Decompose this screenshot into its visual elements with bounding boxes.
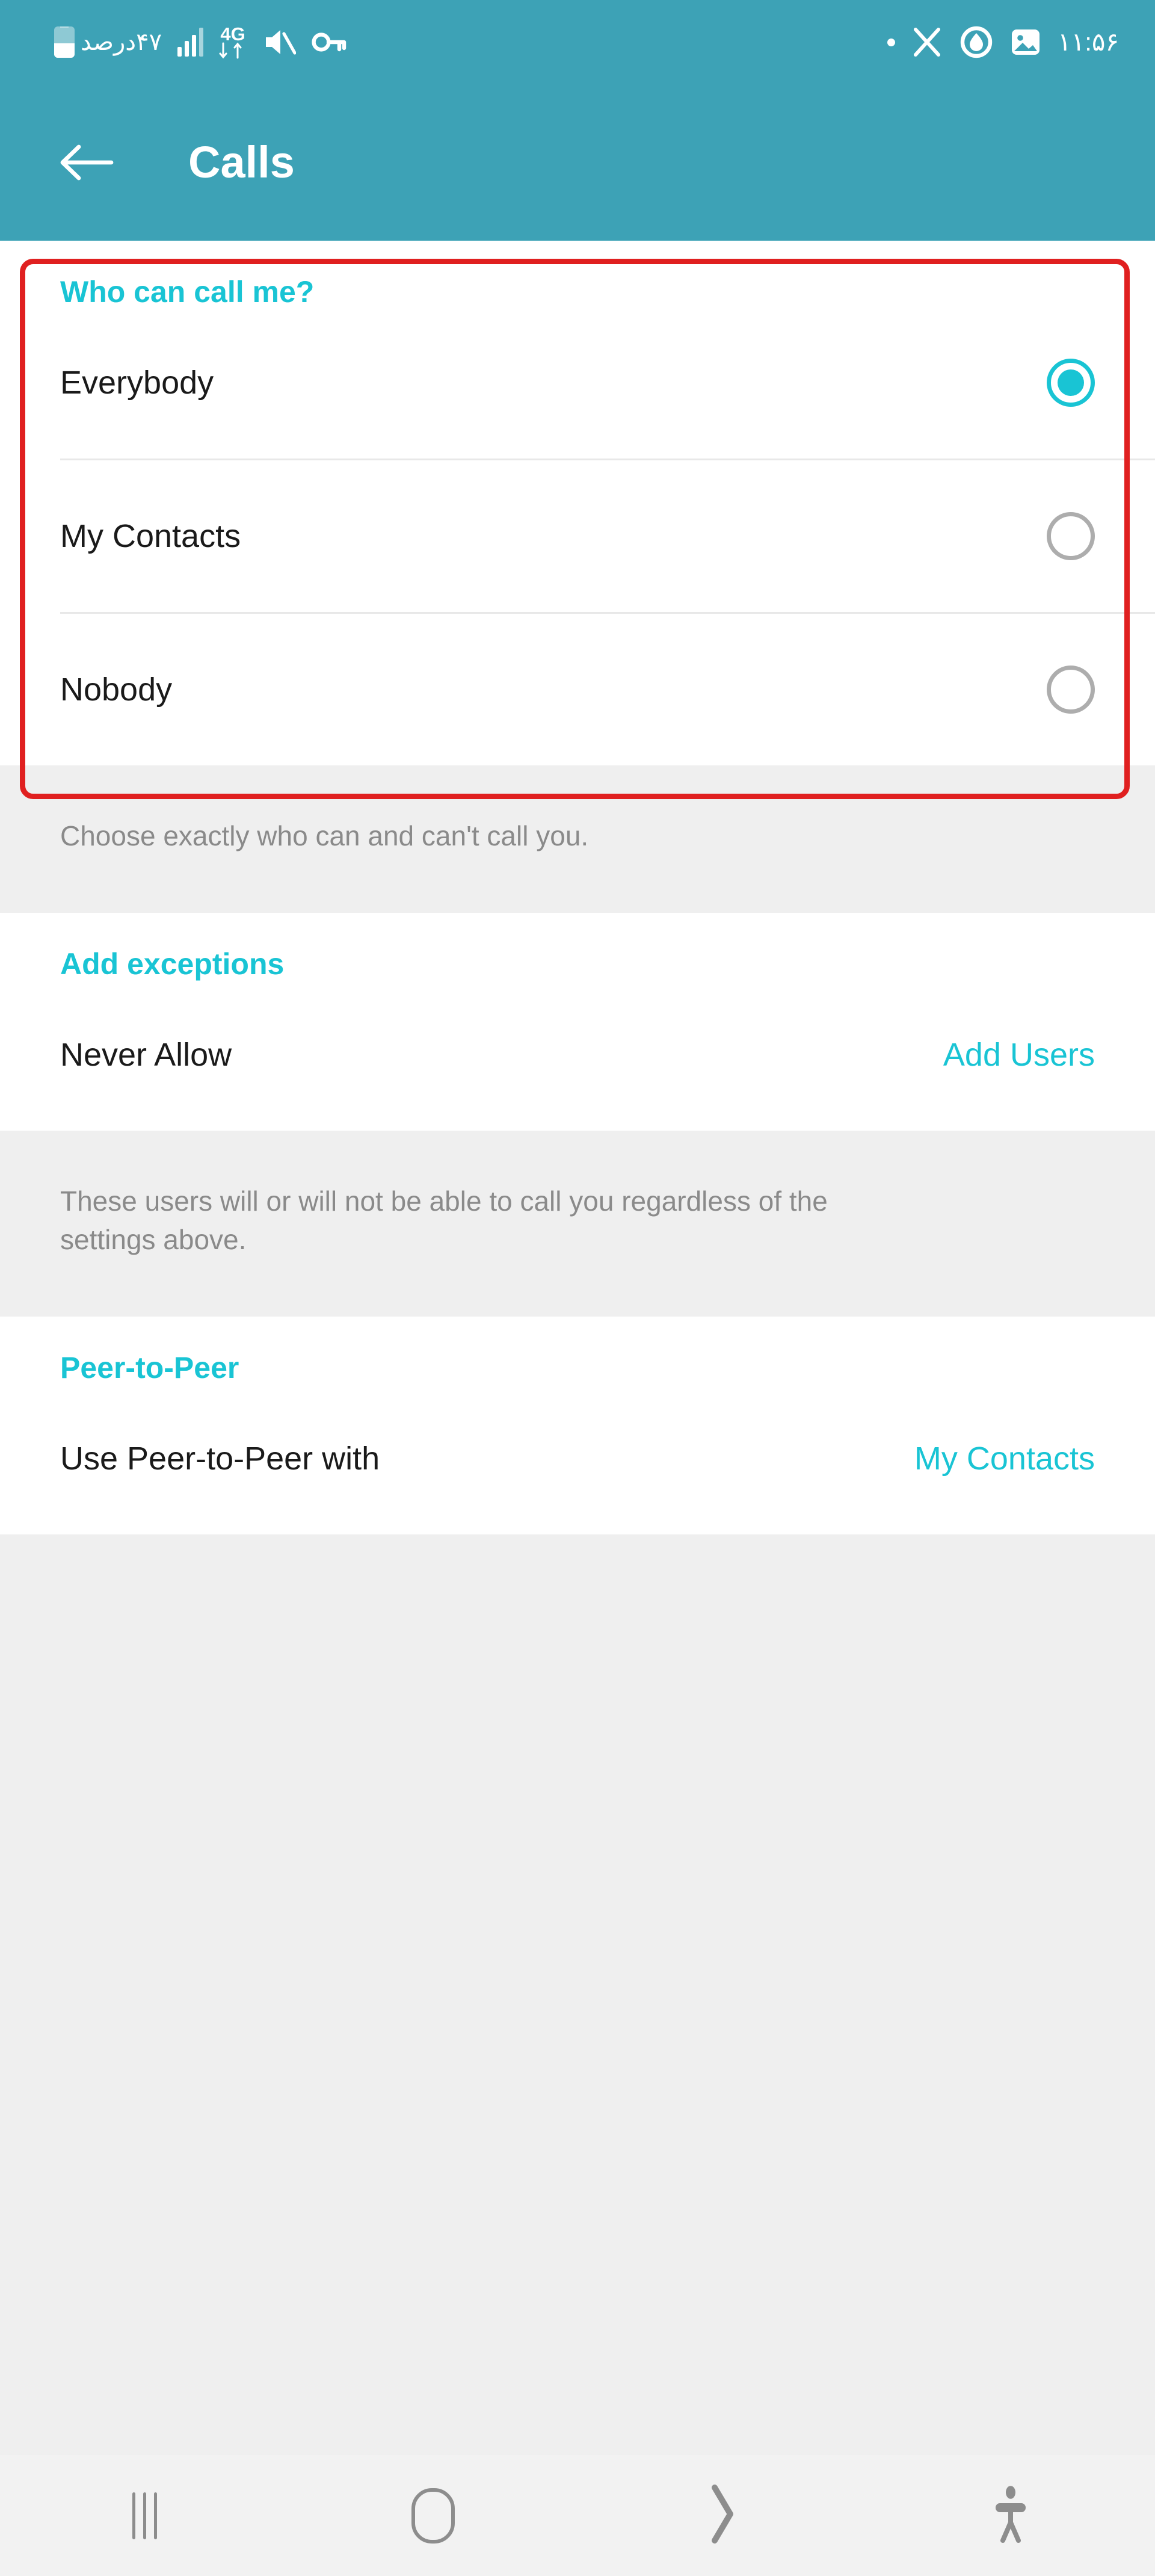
add-exceptions-footnote: These users will or will not be able to … <box>0 1131 914 1317</box>
back-arrow-icon[interactable] <box>57 134 115 191</box>
settings-content: Who can call me? Everybody My Contacts N… <box>0 241 1155 2456</box>
radio-button-everybody[interactable] <box>1047 359 1095 407</box>
network-label: 4G <box>220 23 245 45</box>
radio-button-nobody[interactable] <box>1047 666 1095 714</box>
accessibility-button[interactable] <box>866 2455 1155 2576</box>
phone-screen: ۴۷درصد 4G ۱۱:۵۶ Calls Who can call me? E… <box>0 0 1155 2576</box>
recents-icon <box>132 2492 157 2539</box>
page-title: Calls <box>188 137 295 187</box>
back-button[interactable] <box>578 2455 866 2576</box>
empty-area <box>0 1534 1155 2233</box>
notification-dot-icon <box>887 38 896 46</box>
battery-icon <box>54 26 75 58</box>
signal-bars-icon <box>177 28 204 57</box>
radio-label-my-contacts: My Contacts <box>60 518 241 554</box>
back-chevron-icon <box>705 2483 739 2548</box>
who-can-call-heading: Who can call me? <box>60 275 315 309</box>
status-bar-right: ۱۱:۵۶ <box>887 25 1119 60</box>
status-bar-left: ۴۷درصد 4G <box>54 25 346 60</box>
add-exceptions-section: Add exceptions Never Allow Add Users <box>0 913 1155 1131</box>
add-users-button[interactable]: Add Users <box>943 1039 1095 1071</box>
home-icon <box>411 2488 455 2544</box>
radio-option-my-contacts[interactable]: My Contacts <box>0 460 1155 612</box>
radio-button-my-contacts[interactable] <box>1047 512 1095 560</box>
peer-to-peer-heading: Peer-to-Peer <box>60 1351 239 1385</box>
system-navigation-bar <box>0 2455 1155 2576</box>
use-peer-to-peer-label: Use Peer-to-Peer with <box>60 1441 380 1477</box>
who-can-call-footnote: Choose exactly who can and can't call yo… <box>0 765 1155 913</box>
volume-muted-icon <box>262 26 297 58</box>
radio-option-everybody[interactable]: Everybody <box>0 307 1155 459</box>
status-bar: ۴۷درصد 4G ۱۱:۵۶ <box>0 0 1155 84</box>
power-drop-icon <box>959 25 994 60</box>
x-app-icon <box>911 26 943 58</box>
use-peer-to-peer-row[interactable]: Use Peer-to-Peer with My Contacts <box>0 1383 1155 1534</box>
data-transfer-icon <box>219 42 247 60</box>
use-peer-to-peer-value[interactable]: My Contacts <box>914 1442 1095 1475</box>
accessibility-icon <box>990 2483 1032 2548</box>
who-can-call-section: Who can call me? Everybody My Contacts N… <box>0 241 1155 765</box>
never-allow-row[interactable]: Never Allow Add Users <box>0 979 1155 1131</box>
never-allow-label: Never Allow <box>60 1037 232 1073</box>
add-exceptions-heading: Add exceptions <box>60 947 285 981</box>
vpn-key-icon <box>312 29 346 55</box>
battery-status: ۴۷درصد <box>54 26 162 58</box>
app-bar: Calls <box>0 84 1155 241</box>
network-type-indicator: 4G <box>219 25 247 60</box>
radio-label-nobody: Nobody <box>60 672 173 708</box>
peer-to-peer-section: Peer-to-Peer Use Peer-to-Peer with My Co… <box>0 1317 1155 1535</box>
image-icon <box>1009 26 1042 58</box>
battery-percent-label: ۴۷درصد <box>81 29 162 55</box>
radio-label-everybody: Everybody <box>60 365 214 401</box>
recents-button[interactable] <box>0 2455 289 2576</box>
radio-option-nobody[interactable]: Nobody <box>0 614 1155 765</box>
home-button[interactable] <box>289 2455 578 2576</box>
status-bar-clock: ۱۱:۵۶ <box>1058 28 1119 56</box>
